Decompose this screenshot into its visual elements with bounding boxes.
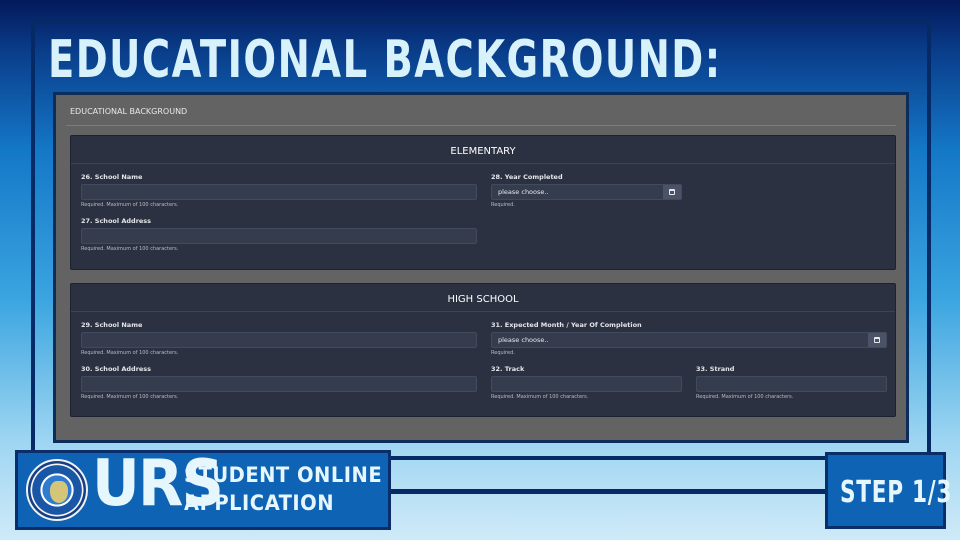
hs-track-label: 32. Track [491, 365, 525, 373]
hs-school-name-label: 29. School Name [81, 321, 143, 329]
elem-school-address-label: 27. School Address [81, 217, 152, 225]
panel-divider [71, 311, 895, 312]
form-title-divider [66, 125, 896, 126]
hs-track-input[interactable] [491, 376, 682, 392]
brand-line-2: APPLICATION [184, 491, 335, 515]
hs-track-hint: Required. Maximum of 100 characters. [491, 394, 589, 400]
elem-year-completed-label: 28. Year Completed [491, 173, 563, 181]
elem-school-name-label: 26. School Name [81, 173, 143, 181]
elem-school-address-hint: Required. Maximum of 100 characters. [81, 246, 179, 252]
hs-school-name-input[interactable] [81, 332, 477, 348]
hs-completion-placeholder: please choose.. [498, 336, 549, 344]
hs-school-address-label: 30. School Address [81, 365, 152, 373]
hs-completion-hint: Required. [491, 350, 515, 356]
elem-school-name-input[interactable] [81, 184, 477, 200]
elem-year-completed-select[interactable]: please choose.. [491, 184, 682, 200]
high-school-title: HIGH SCHOOL [447, 294, 519, 305]
calendar-icon[interactable] [663, 185, 681, 199]
elem-school-address-input[interactable] [81, 228, 477, 244]
hs-school-address-hint: Required. Maximum of 100 characters. [81, 394, 179, 400]
elementary-panel: ELEMENTARY 26. School Name Required. Max… [70, 135, 896, 270]
hs-strand-hint: Required. Maximum of 100 characters. [696, 394, 794, 400]
university-seal-icon [26, 459, 88, 521]
elementary-title: ELEMENTARY [450, 146, 516, 157]
step-label: STEP 1/3 [840, 475, 953, 510]
hs-completion-label: 31. Expected Month / Year Of Completion [491, 321, 642, 329]
hs-school-address-input[interactable] [81, 376, 477, 392]
banner-connector-line [388, 489, 825, 494]
elem-school-name-hint: Required. Maximum of 100 characters. [81, 202, 179, 208]
page-heading: EDUCATIONAL BACKGROUND: [48, 30, 722, 90]
brand-line-1: STUDENT ONLINE [184, 463, 383, 487]
elem-year-completed-placeholder: please choose.. [498, 188, 549, 196]
seal-emblem [50, 481, 68, 503]
urs-brand-banner: URS STUDENT ONLINE APPLICATION [15, 447, 391, 530]
high-school-panel: HIGH SCHOOL 29. School Name Required. Ma… [70, 283, 896, 417]
hs-strand-label: 33. Strand [696, 365, 735, 373]
panel-divider [71, 163, 895, 164]
elem-year-completed-hint: Required. [491, 202, 515, 208]
hs-school-name-hint: Required. Maximum of 100 characters. [81, 350, 179, 356]
form-title: EDUCATIONAL BACKGROUND [70, 107, 188, 116]
calendar-glyph-icon [874, 337, 880, 343]
calendar-icon[interactable] [868, 333, 886, 347]
hs-completion-select[interactable]: please choose.. [491, 332, 887, 348]
calendar-glyph-icon [669, 189, 675, 195]
hs-strand-input[interactable] [696, 376, 887, 392]
form-screenshot: EDUCATIONAL BACKGROUND ELEMENTARY 26. Sc… [53, 92, 909, 443]
step-indicator: STEP 1/3 [825, 452, 951, 529]
